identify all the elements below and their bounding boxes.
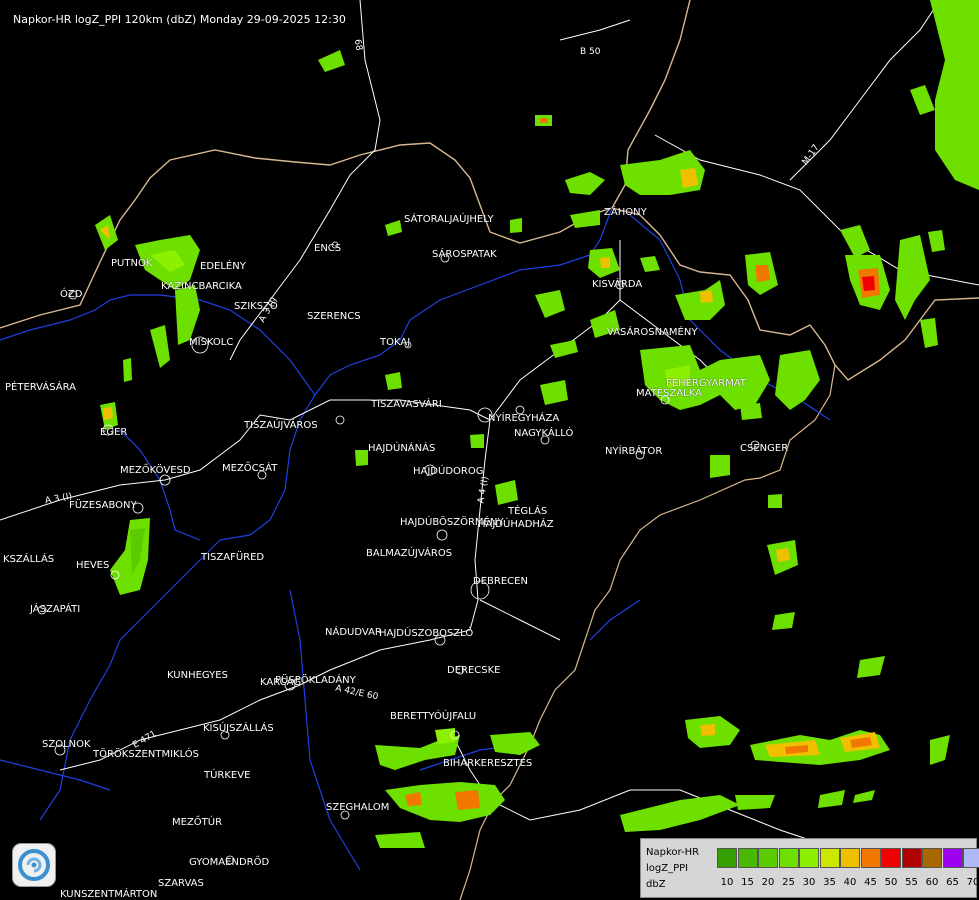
town-tiszavasvari: TISZAVASVÁRI: [371, 399, 442, 410]
logo: [12, 843, 56, 887]
town-eger: EGER: [100, 427, 128, 438]
town-szarvas: SZARVAS: [158, 878, 204, 889]
legend-swatch-55: [901, 848, 922, 868]
town-tiszafured: TISZAFÜRED: [201, 552, 265, 563]
legend-tick-65: 65: [946, 877, 959, 888]
town-mezotur: MEZŐTÚR: [172, 817, 223, 828]
legend-swatch-70: [963, 848, 979, 868]
legend-tick-45: 45: [864, 877, 877, 888]
town-vasarosnameny: VÁSÁROSNAMÉNY: [607, 327, 698, 338]
town-hajduszoboszlo: HAJDÚSZOBOSZLÓ: [379, 628, 474, 639]
town-ozd: ÓZD: [60, 289, 83, 300]
town-kszallas: KSZÁLLÁS: [3, 554, 55, 565]
legend-swatch-10: [717, 848, 737, 868]
road-label-b50: B 50: [580, 47, 601, 57]
town-jaszapati: JÁSZAPÁTI: [30, 604, 81, 615]
swirl-icon: [18, 849, 50, 881]
town-kisujszallas: KISÚJSZÁLLÁS: [203, 723, 274, 734]
town-balmazujvaros: BALMAZÚJVÁROS: [366, 548, 453, 559]
town-sarospatak: SÁROSPATAK: [432, 249, 497, 260]
legend-tick-50: 50: [884, 877, 898, 888]
town-nadudvar: NÁDUDVAR: [325, 627, 382, 638]
legend-swatch-30: [799, 848, 819, 868]
legend-tick-15: 15: [741, 877, 754, 888]
legend-tick-30: 30: [802, 877, 816, 888]
legend-caption-2: logZ_PPI: [646, 863, 689, 874]
legend-swatch-40: [840, 848, 860, 868]
town-debrecen: DEBRECEN: [473, 576, 528, 587]
town-kunhegyes: KUNHEGYES: [167, 670, 228, 681]
town-nyiregyhaza: NYÍREGYHÁZA: [488, 413, 560, 424]
town-mateszalka: MÁTÉSZALKA: [636, 388, 702, 399]
town-teglas: TÉGLÁS: [508, 506, 548, 517]
town-petervasara: PÉTERVÁSÁRA: [5, 382, 76, 393]
town-csenger: CSENGER: [740, 443, 789, 454]
map-title: Napkor-HR logZ_PPI 120km (dbZ) Monday 29…: [13, 13, 346, 26]
town-heves: HEVES: [76, 560, 110, 571]
legend-tick-10: 10: [720, 877, 734, 888]
legend-swatch-25: [778, 848, 799, 868]
town-satoraljaujhely: SÁTORALJAÚJHELY: [404, 214, 494, 225]
town-biharkeresztes: BIHARKERESZTES: [443, 758, 533, 769]
legend-swatch-60: [922, 848, 942, 868]
town-derecske: DERECSKE: [447, 665, 501, 676]
legend-swatch-20: [758, 848, 778, 868]
town-hajdudorog: HAJDÚDOROG: [413, 466, 484, 477]
legend-swatch-50: [881, 848, 901, 868]
town-torokszentmiklos: TÖRÖKSZENTMIKLÓS: [93, 749, 200, 760]
town-turkeve: TÚRKEVE: [204, 770, 251, 781]
legend-tick-40: 40: [843, 877, 857, 888]
town-tokaj: TOKAJ: [380, 337, 411, 348]
dbz-legend: Napkor-HR logZ_PPI dbZ 10 15 20 25 30 35 40 45 5…: [640, 838, 979, 898]
radar-echoes: [95, 0, 979, 848]
town-mezocsat: MEZŐCSÁT: [222, 463, 278, 474]
town-mezokovesd: MEZŐKÖVESD: [120, 465, 191, 476]
town-kisvarda: KISVÁRDA: [592, 279, 643, 290]
town-fuzesabony: FÜZESABONY: [69, 500, 137, 511]
legend-swatch-65: [942, 848, 963, 868]
town-encs: ENCS: [314, 243, 342, 254]
town-szerencs: SZERENCS: [307, 311, 361, 322]
town-kunszentmarton: KUNSZENTMÁRTON: [60, 889, 158, 900]
legend-caption-3: dbZ: [646, 879, 666, 890]
town-edeleny: EDELÉNY: [200, 261, 246, 272]
roads: [0, 0, 979, 851]
town-hajduhadhaz: HAJDÚHADHÁZ: [478, 519, 554, 530]
town-gyomaendrod: GYOMAENDRŐD: [189, 857, 270, 868]
town-kazincbarcika: KAZINCBARCIKA: [161, 281, 242, 292]
legend-swatch-15: [737, 848, 758, 868]
legend-swatch-35: [819, 848, 840, 868]
town-nyirbator: NYÍRBÁTOR: [605, 446, 663, 457]
road-label-68: 68: [351, 38, 364, 52]
legend-swatch-45: [860, 848, 881, 868]
town-berettyoujfalu: BERETTYÓÚJFALU: [390, 711, 477, 722]
legend-caption-1: Napkor-HR: [646, 847, 700, 858]
town-zahony: ZÁHONY: [604, 207, 647, 218]
town-nagykallo: NAGYKÁLLÓ: [514, 428, 574, 439]
town-miskolc: MISKOLC: [189, 337, 234, 348]
town-szolnok: SZOLNOK: [42, 739, 91, 750]
legend-tick-55: 55: [905, 877, 918, 888]
town-putnok: PUTNOK: [111, 258, 153, 269]
town-hajdunanas: HAJDÚNÁNÁS: [368, 443, 436, 454]
town-tiszaujvaros: TISZAÚJVÁROS: [244, 420, 318, 431]
legend-tick-25: 25: [782, 877, 795, 888]
legend-tick-70: 70: [966, 877, 979, 888]
legend-tick-60: 60: [925, 877, 939, 888]
legend-tick-20: 20: [761, 877, 775, 888]
town-szeghalom: SZEGHALOM: [326, 802, 390, 813]
legend-tick-35: 35: [823, 877, 836, 888]
